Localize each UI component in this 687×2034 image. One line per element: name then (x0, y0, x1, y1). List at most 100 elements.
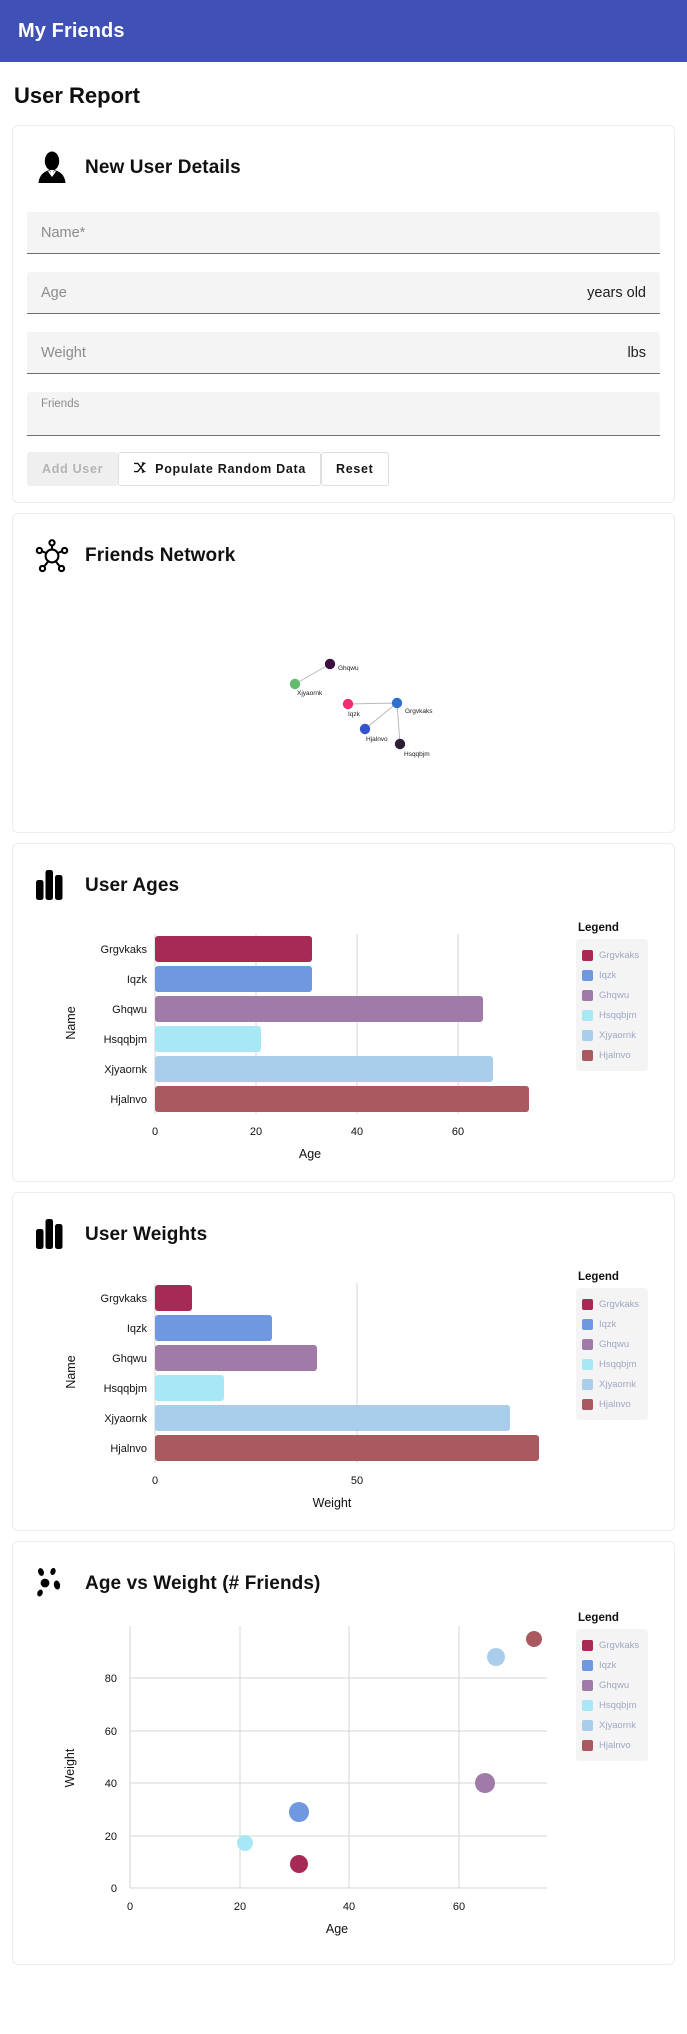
bar-hsqqbjm[interactable] (155, 1375, 224, 1401)
card-header: Friends Network (27, 528, 660, 586)
app-bar: My Friends (0, 0, 687, 62)
age-placeholder: Age (41, 284, 67, 301)
gridlines (129, 1626, 547, 1889)
new-user-details-card: New User Details Name* Age years old Wei… (12, 125, 675, 503)
bar-ghqwu[interactable] (155, 996, 483, 1022)
legend-item[interactable]: Hjalnvo (582, 1045, 642, 1065)
legend-item[interactable]: Hjalnvo (582, 1735, 642, 1755)
friends-network-card: Friends Network Ghqwu Xjyaornk Iqzk Grgv… (12, 513, 675, 833)
bars (155, 936, 529, 1112)
bar-iqzk[interactable] (155, 966, 312, 992)
legend-item[interactable]: Ghqwu (582, 985, 642, 1005)
legend-item[interactable]: Hsqqbjm (582, 1695, 642, 1715)
legend-item[interactable]: Iqzk (582, 1314, 642, 1334)
bar-grgvkaks[interactable] (155, 936, 312, 962)
point-ghqwu[interactable] (475, 1773, 495, 1793)
network-node-label: Xjyaornk (297, 690, 323, 697)
x-tick: 0 (152, 1475, 158, 1487)
x-axis-title: Age (326, 1922, 348, 1936)
legend-item[interactable]: Ghqwu (582, 1675, 642, 1695)
friends-network-graph[interactable]: Ghqwu Xjyaornk Iqzk Grgvkaks Hjalnvo Hsq… (27, 586, 660, 816)
network-node-ghqwu[interactable] (324, 658, 336, 670)
populate-random-data-button[interactable]: Populate Random Data (118, 452, 321, 486)
legend-swatch (582, 1739, 593, 1751)
legend-item[interactable]: Iqzk (582, 965, 642, 985)
x-tick: 60 (453, 1901, 465, 1913)
x-tick: 40 (343, 1901, 355, 1913)
legend-swatch (582, 1009, 593, 1021)
bar-hsqqbjm[interactable] (155, 1026, 261, 1052)
card-header: User Weights (27, 1207, 660, 1265)
legend-item[interactable]: Hsqqbjm (582, 1354, 642, 1374)
legend-item[interactable]: Hsqqbjm (582, 1005, 642, 1025)
cat-label: Xjyaornk (104, 1064, 147, 1076)
x-tick: 0 (152, 1126, 158, 1138)
age-field[interactable]: Age years old (27, 272, 660, 314)
legend-item[interactable]: Xjyaornk (582, 1715, 642, 1735)
bar-iqzk[interactable] (155, 1315, 272, 1341)
point-hsqqbjm[interactable] (237, 1835, 253, 1851)
point-iqzk[interactable] (289, 1802, 309, 1822)
legend-item[interactable]: Iqzk (582, 1655, 642, 1675)
cat-label: Hsqqbjm (104, 1383, 147, 1395)
legend-label: Hsqqbjm (599, 1699, 637, 1711)
legend-swatch (582, 1298, 593, 1310)
user-weights-chart: Grgvkaks Iqzk Ghqwu Hsqqbjm Xjyaornk Hja… (27, 1269, 660, 1514)
network-node-hsqqbjm[interactable] (394, 738, 406, 750)
cat-label: Hjalnvo (110, 1443, 147, 1455)
network-node-hjalnvo[interactable] (359, 723, 371, 735)
friends-field[interactable]: Friends (27, 392, 660, 436)
name-field[interactable]: Name* (27, 212, 660, 254)
age-suffix: years old (587, 284, 646, 301)
legend-label: Hjalnvo (599, 1049, 631, 1061)
bar-chart-icon (33, 864, 71, 908)
x-tick: 20 (234, 1901, 246, 1913)
network-node-xjyaornk[interactable] (289, 678, 301, 690)
page-content: User Report New User Details Name* Age y… (0, 62, 687, 1993)
legend-swatch (582, 949, 593, 961)
y-tick: 80 (105, 1673, 117, 1685)
point-hjalnvo[interactable] (526, 1631, 542, 1647)
legend-item[interactable]: Xjyaornk (582, 1025, 642, 1045)
legend-box: Grgvkaks Iqzk Ghqwu Hsqqbjm Xjyaornk Hja… (576, 1288, 648, 1420)
reset-button[interactable]: Reset (321, 452, 389, 486)
legend-item[interactable]: Ghqwu (582, 1334, 642, 1354)
bar-xjyaornk[interactable] (155, 1056, 493, 1082)
cat-label: Xjyaornk (104, 1413, 147, 1425)
legend-item[interactable]: Xjyaornk (582, 1374, 642, 1394)
x-tick: 20 (250, 1126, 262, 1138)
x-axis-ticks: 0 20 40 60 (152, 1126, 464, 1138)
bar-hjalnvo[interactable] (155, 1086, 529, 1112)
point-grgvkaks[interactable] (290, 1855, 308, 1873)
scatter-legend: Legend Grgvkaks Iqzk Ghqwu Hsqqbjm Xjyao… (576, 1612, 648, 1761)
legend-label: Hsqqbjm (599, 1358, 637, 1370)
x-tick: 40 (351, 1126, 363, 1138)
network-node-label: Iqzk (348, 711, 361, 718)
point-xjyaornk[interactable] (487, 1648, 505, 1666)
bar-grgvkaks[interactable] (155, 1285, 192, 1311)
legend-label: Grgvkaks (599, 949, 640, 961)
legend-title: Legend (578, 1271, 619, 1283)
legend-item[interactable]: Hjalnvo (582, 1394, 642, 1414)
legend-swatch (582, 989, 593, 1001)
populate-random-data-label: Populate Random Data (155, 462, 306, 476)
legend-label: Hsqqbjm (599, 1009, 637, 1021)
legend-item[interactable]: Grgvkaks (582, 1635, 642, 1655)
weight-field[interactable]: Weight lbs (27, 332, 660, 374)
cat-label: Grgvkaks (101, 1293, 148, 1305)
bar-hjalnvo[interactable] (155, 1435, 539, 1461)
cat-label: Iqzk (127, 1323, 148, 1335)
shuffle-icon (133, 461, 147, 477)
legend-label: Ghqwu (599, 1338, 630, 1350)
bar-ghqwu[interactable] (155, 1345, 317, 1371)
add-user-button[interactable]: Add User (27, 452, 119, 486)
legend-swatch (582, 1318, 593, 1330)
bar-xjyaornk[interactable] (155, 1405, 510, 1431)
network-node-grgvkaks[interactable] (391, 697, 403, 709)
x-tick: 60 (452, 1126, 464, 1138)
legend-box: Grgvkaks Iqzk Ghqwu Hsqqbjm Xjyaornk Hja… (576, 939, 648, 1071)
legend-item[interactable]: Grgvkaks (582, 1294, 642, 1314)
card-title: New User Details (85, 157, 241, 178)
legend-item[interactable]: Grgvkaks (582, 945, 642, 965)
network-node-iqzk[interactable] (342, 698, 354, 710)
